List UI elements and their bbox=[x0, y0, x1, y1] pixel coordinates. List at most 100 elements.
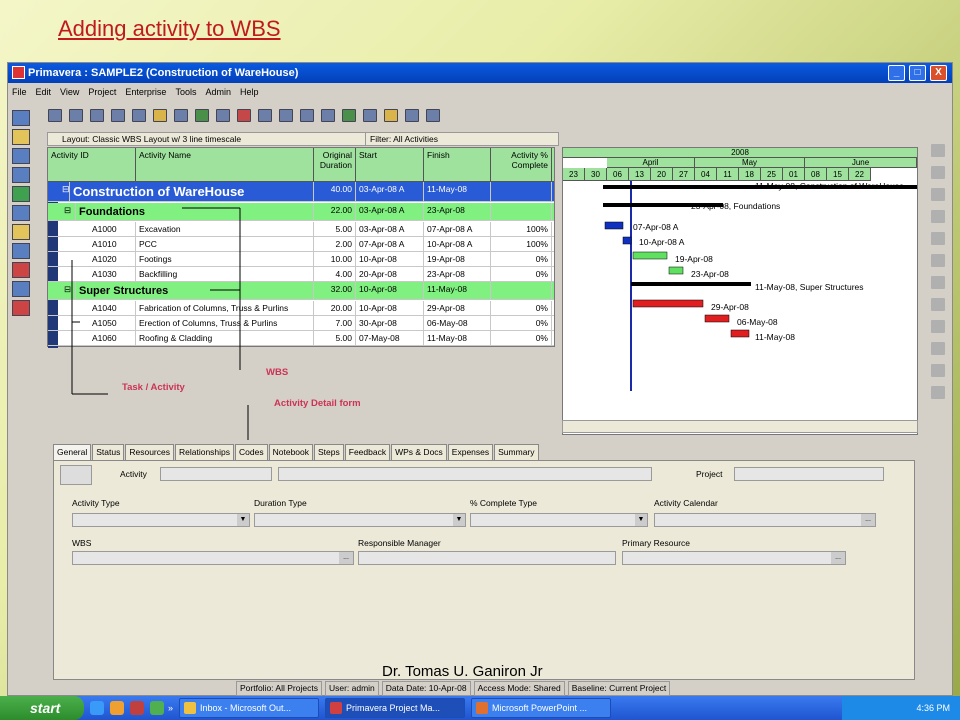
tab-codes[interactable]: Codes bbox=[235, 444, 268, 461]
menu-edit[interactable]: Edit bbox=[36, 87, 52, 97]
menu-help[interactable]: Help bbox=[240, 87, 259, 97]
outdent-icon[interactable] bbox=[931, 342, 945, 355]
table-row[interactable]: A1020 Footings 10.00 10-Apr-08 19-Apr-08… bbox=[48, 252, 554, 267]
table-row[interactable]: A1030 Backfilling 4.00 20-Apr-08 23-Apr-… bbox=[48, 267, 554, 282]
media-icon[interactable] bbox=[130, 701, 144, 715]
menu-view[interactable]: View bbox=[60, 87, 79, 97]
maximize-button[interactable]: □ bbox=[909, 65, 926, 81]
collapse-icon[interactable]: ⊟ bbox=[48, 282, 76, 299]
filter-label[interactable]: Filter: All Activities bbox=[366, 134, 438, 144]
col-finish[interactable]: Finish bbox=[424, 148, 491, 181]
zoom-out-icon[interactable] bbox=[426, 108, 440, 122]
col-activity-name[interactable]: Activity Name bbox=[136, 148, 314, 181]
network-icon[interactable] bbox=[132, 108, 146, 122]
wbs-row-foundations[interactable]: ⊟ Foundations 22.00 03-Apr-08 A 23-Apr-0… bbox=[48, 203, 554, 221]
cut-icon[interactable] bbox=[931, 188, 945, 201]
tab-notebook[interactable]: Notebook bbox=[268, 444, 313, 461]
primary-resource-field[interactable]: ... bbox=[622, 551, 846, 565]
gantt-scrollbar[interactable] bbox=[562, 420, 918, 433]
tab-relationships[interactable]: Relationships bbox=[175, 444, 235, 461]
relationships-icon[interactable] bbox=[258, 108, 272, 122]
menu-project[interactable]: Project bbox=[88, 87, 116, 97]
quicklaunch-chevron[interactable]: » bbox=[168, 703, 173, 713]
taskbar-item[interactable]: Inbox - Microsoft Out... bbox=[179, 698, 320, 718]
close-button[interactable]: X bbox=[930, 65, 947, 81]
layout-label[interactable]: Layout: Classic WBS Layout w/ 3 line tim… bbox=[48, 133, 366, 145]
menu-enterprise[interactable]: Enterprise bbox=[125, 87, 166, 97]
col-duration[interactable]: Original Duration bbox=[314, 148, 356, 181]
user-icon[interactable] bbox=[12, 129, 30, 145]
collapse-icon[interactable]: ⊟ bbox=[48, 182, 70, 201]
print-icon[interactable] bbox=[48, 108, 62, 122]
delete-icon[interactable] bbox=[931, 166, 945, 179]
ellipsis-button[interactable]: ... bbox=[339, 552, 353, 564]
tracking-icon-left[interactable] bbox=[12, 243, 30, 259]
link-icon[interactable] bbox=[931, 276, 945, 289]
spreadsheet-icon[interactable] bbox=[216, 108, 230, 122]
col-activity-id[interactable]: Activity ID bbox=[48, 148, 136, 181]
tab-steps[interactable]: Steps bbox=[314, 444, 344, 461]
tab-expenses[interactable]: Expenses bbox=[447, 444, 494, 461]
updown-stepper[interactable] bbox=[60, 465, 92, 485]
tab-summary[interactable]: Summary bbox=[494, 444, 539, 461]
spell-icon[interactable] bbox=[384, 108, 398, 122]
col-start[interactable]: Start bbox=[356, 148, 424, 181]
ellipsis-button[interactable]: ... bbox=[831, 552, 845, 564]
tab-general[interactable]: General bbox=[53, 444, 92, 461]
layout-icon[interactable] bbox=[153, 108, 167, 122]
assign-icon[interactable] bbox=[931, 254, 945, 267]
filter-icon[interactable] bbox=[321, 108, 335, 122]
ie-icon[interactable] bbox=[90, 701, 104, 715]
col-pct-complete[interactable]: Activity % Complete bbox=[491, 148, 552, 181]
steps-icon[interactable] bbox=[931, 298, 945, 311]
menu-admin[interactable]: Admin bbox=[205, 87, 231, 97]
activity-id-field[interactable] bbox=[160, 467, 272, 481]
print-preview-icon[interactable] bbox=[69, 108, 83, 122]
duration-type-select[interactable]: ▼ bbox=[254, 513, 466, 527]
projects-icon[interactable] bbox=[12, 110, 30, 126]
collapse-icon[interactable]: ⊟ bbox=[48, 203, 76, 220]
table-row[interactable]: A1010 PCC 2.00 07-Apr-08 A 10-Apr-08 A 1… bbox=[48, 237, 554, 252]
activity-type-select[interactable]: ▼ bbox=[72, 513, 250, 527]
reports-icon[interactable] bbox=[12, 224, 30, 240]
ellipsis-button[interactable]: ... bbox=[861, 514, 875, 526]
tab-wps-docs[interactable]: WPs & Docs bbox=[391, 444, 447, 461]
start-button[interactable]: start bbox=[0, 696, 84, 720]
zoom-in-icon[interactable] bbox=[405, 108, 419, 122]
menu-tools[interactable]: Tools bbox=[175, 87, 196, 97]
wbs-icon[interactable] bbox=[12, 167, 30, 183]
project-field[interactable] bbox=[734, 467, 884, 481]
tab-feedback[interactable]: Feedback bbox=[344, 444, 391, 461]
exit-icon[interactable] bbox=[12, 300, 30, 316]
tab-status[interactable]: Status bbox=[92, 444, 125, 461]
move-up-icon[interactable] bbox=[931, 364, 945, 377]
table-row[interactable]: A1040 Fabrication of Columns, Truss & Pu… bbox=[48, 301, 554, 316]
activities-icon[interactable] bbox=[12, 186, 30, 202]
histogram-icon[interactable] bbox=[195, 108, 209, 122]
group-sort-icon[interactable] bbox=[300, 108, 314, 122]
table-row[interactable]: A1050 Erection of Columns, Truss & Purli… bbox=[48, 316, 554, 331]
chevron-down-icon[interactable]: ▼ bbox=[453, 514, 465, 526]
wbs-field[interactable]: ... bbox=[72, 551, 354, 565]
table-row[interactable]: A1060 Roofing & Cladding 5.00 07-May-08 … bbox=[48, 331, 554, 346]
thresholds-icon[interactable] bbox=[12, 281, 30, 297]
wbs-row-super-structures[interactable]: ⊟ Super Structures 32.00 10-Apr-08 11-Ma… bbox=[48, 282, 554, 300]
resp-manager-field[interactable] bbox=[358, 551, 616, 565]
bars-icon[interactable] bbox=[111, 108, 125, 122]
gantt-icon[interactable] bbox=[174, 108, 188, 122]
organize-icon[interactable] bbox=[279, 108, 293, 122]
project-row[interactable]: ⊟ Construction of WareHouse 40.00 03-Apr… bbox=[48, 182, 554, 202]
chevron-down-icon[interactable]: ▼ bbox=[635, 514, 647, 526]
schedule-icon[interactable] bbox=[342, 108, 356, 122]
copy-icon[interactable] bbox=[931, 210, 945, 223]
paste-icon[interactable] bbox=[931, 232, 945, 245]
new-icon[interactable] bbox=[931, 144, 945, 157]
table-row[interactable]: A1000 Excavation 5.00 03-Apr-08 A 07-Apr… bbox=[48, 222, 554, 237]
columns-icon[interactable] bbox=[90, 108, 104, 122]
menu-file[interactable]: File bbox=[12, 87, 27, 97]
indent-icon[interactable] bbox=[931, 320, 945, 333]
level-icon[interactable] bbox=[363, 108, 377, 122]
taskbar-item[interactable]: Primavera Project Ma... bbox=[325, 698, 466, 718]
activity-name-field[interactable] bbox=[278, 467, 652, 481]
tab-resources[interactable]: Resources bbox=[125, 444, 174, 461]
